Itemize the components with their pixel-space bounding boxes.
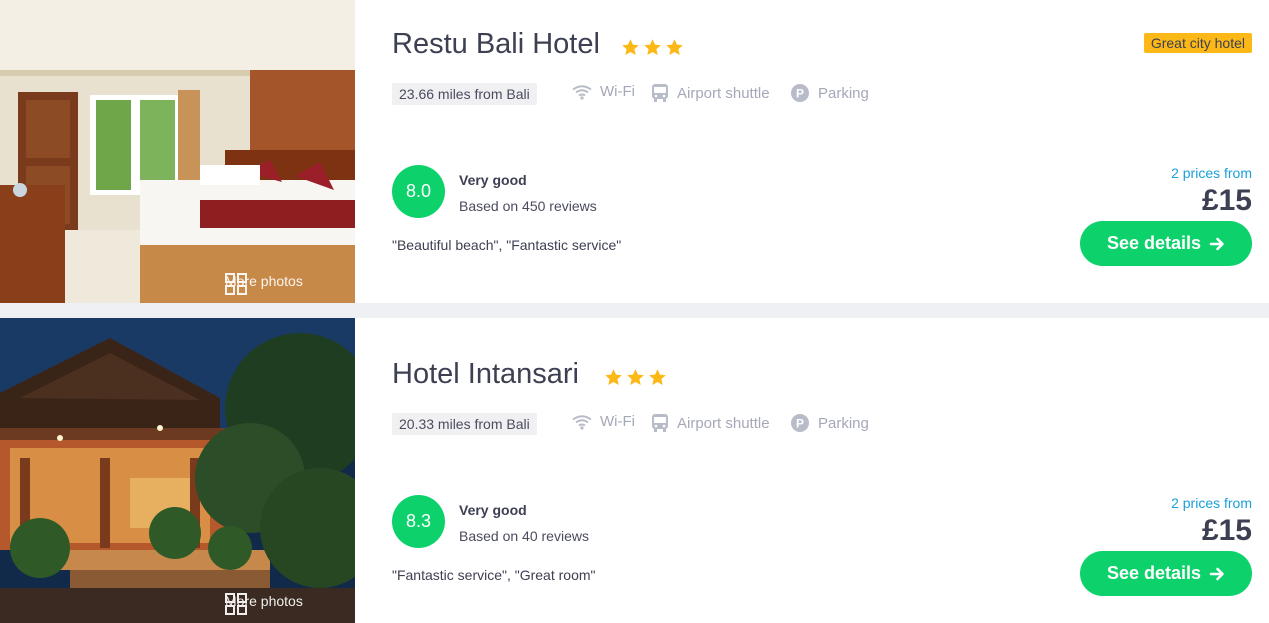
pavilion-illustration xyxy=(0,318,355,623)
wifi-icon xyxy=(572,84,592,100)
amenity-shuttle: Airport shuttle xyxy=(651,413,770,433)
amenity-label: Parking xyxy=(818,84,869,102)
see-details-button[interactable]: See details xyxy=(1080,551,1252,596)
amenity-wifi: Wi-Fi xyxy=(572,413,635,430)
amenity-wifi: Wi-Fi xyxy=(572,83,635,100)
hotel-photo-bedroom[interactable]: More photos xyxy=(0,0,355,303)
see-details-button[interactable]: See details xyxy=(1080,221,1252,266)
amenity-label: Airport shuttle xyxy=(677,414,770,432)
hotel-card[interactable]: More photos Hotel Intansari 20.33 miles … xyxy=(0,318,1269,623)
review-count[interactable]: Based on 450 reviews xyxy=(459,198,597,214)
amenity-parking: P Parking xyxy=(790,83,869,103)
parking-icon: P xyxy=(791,414,809,432)
hotel-badge: Great city hotel xyxy=(1143,33,1252,53)
review-score-badge: 8.0 xyxy=(392,165,445,218)
review-highlights: "Beautiful beach", "Fantastic service" xyxy=(392,237,622,253)
amenity-label: Wi-Fi xyxy=(600,413,635,430)
hotel-name[interactable]: Hotel Intansari xyxy=(392,358,579,391)
review-count[interactable]: Based on 40 reviews xyxy=(459,528,589,544)
bus-icon xyxy=(652,84,668,102)
distance-tag: 23.66 miles from Bali xyxy=(392,83,537,105)
star-rating xyxy=(604,368,667,387)
star-icon xyxy=(666,39,683,56)
prices-from-link[interactable]: 2 prices from xyxy=(1171,165,1252,181)
amenity-shuttle: Airport shuttle xyxy=(651,83,770,103)
star-icon xyxy=(605,369,622,386)
photo-grid-icon xyxy=(225,593,247,615)
hotel-card[interactable]: More photos Restu Bali Hotel Great city … xyxy=(0,0,1269,303)
price: £15 xyxy=(1201,514,1252,547)
star-rating xyxy=(621,38,684,57)
rating-label: Very good xyxy=(459,172,527,188)
arrow-right-icon xyxy=(1209,567,1224,580)
svg-text:P: P xyxy=(796,87,804,101)
amenity-parking: P Parking xyxy=(790,413,869,433)
review-highlights: "Fantastic service", "Great room" xyxy=(392,567,596,583)
more-photos-link[interactable]: More photos xyxy=(225,593,303,615)
amenity-label: Wi-Fi xyxy=(600,83,635,100)
star-icon xyxy=(644,39,661,56)
rating-label: Very good xyxy=(459,502,527,518)
hotel-photo-pavilion[interactable]: More photos xyxy=(0,318,355,623)
review-score-badge: 8.3 xyxy=(392,495,445,548)
amenity-label: Parking xyxy=(818,414,869,432)
svg-text:P: P xyxy=(796,417,804,431)
arrow-right-icon xyxy=(1209,237,1224,250)
prices-from-link[interactable]: 2 prices from xyxy=(1171,495,1252,511)
price: £15 xyxy=(1201,184,1252,217)
see-details-label: See details xyxy=(1106,563,1202,583)
distance-tag: 20.33 miles from Bali xyxy=(392,413,537,435)
star-icon xyxy=(627,369,644,386)
parking-icon: P xyxy=(791,84,809,102)
star-icon xyxy=(649,369,666,386)
amenity-label: Airport shuttle xyxy=(677,84,770,102)
more-photos-link[interactable]: More photos xyxy=(225,273,303,295)
hotel-name[interactable]: Restu Bali Hotel xyxy=(392,28,600,61)
bedroom-illustration xyxy=(0,0,355,303)
photo-grid-icon xyxy=(225,273,247,295)
wifi-icon xyxy=(572,414,592,430)
see-details-label: See details xyxy=(1106,233,1202,253)
bus-icon xyxy=(652,414,668,432)
star-icon xyxy=(622,39,639,56)
